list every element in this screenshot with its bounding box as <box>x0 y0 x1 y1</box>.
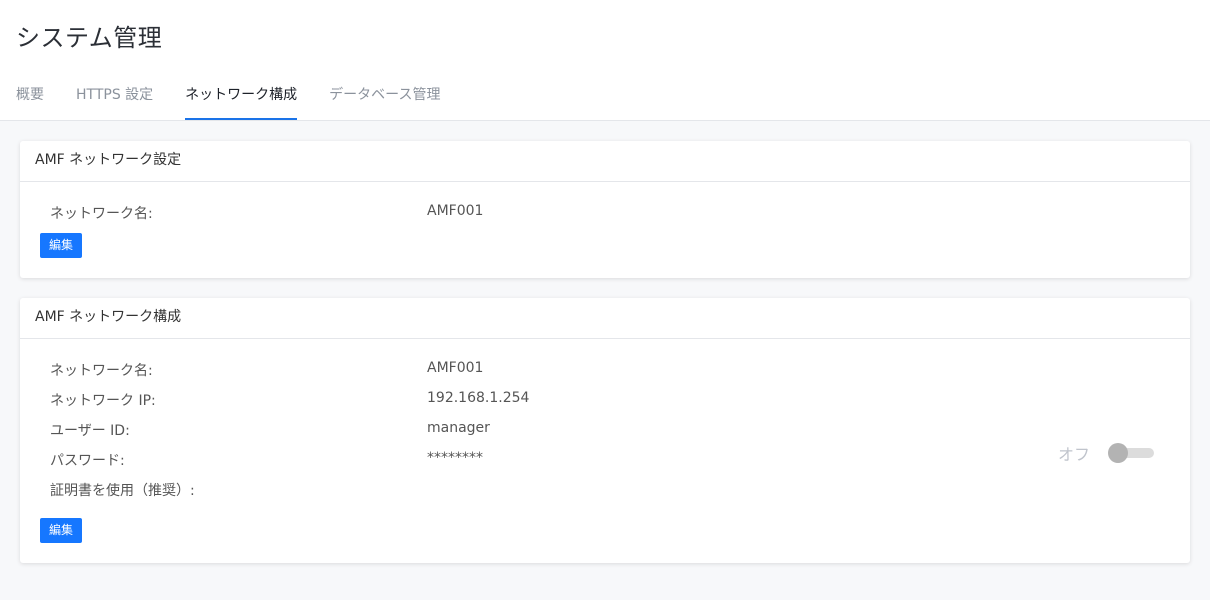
certificate-toggle[interactable] <box>1108 443 1154 463</box>
network-settings-card: AMF ネットワーク設定 ネットワーク名: AMF001 編集 <box>20 141 1190 278</box>
field-network-name: ネットワーク名: AMF001 <box>50 360 1170 380</box>
tab-overview[interactable]: 概要 <box>16 86 44 120</box>
field-value: AMF001 <box>427 203 484 219</box>
field-value: AMF001 <box>427 360 484 376</box>
field-value: 192.168.1.254 <box>427 390 530 406</box>
field-network-ip: ネットワーク IP: 192.168.1.254 <box>50 390 1170 410</box>
field-use-certificate: 証明書を使用（推奨）: <box>50 480 1170 500</box>
page-title: システム管理 <box>16 24 163 52</box>
field-user-id: ユーザー ID: manager <box>50 420 1170 440</box>
card-title: AMF ネットワーク構成 <box>20 298 1190 339</box>
tab-network-config[interactable]: ネットワーク構成 <box>185 86 298 120</box>
tab-database-management[interactable]: データベース管理 <box>329 86 440 120</box>
card-title: AMF ネットワーク設定 <box>20 141 1190 182</box>
edit-button[interactable]: 編集 <box>40 233 82 258</box>
field-label: ネットワーク IP: <box>50 393 156 409</box>
field-value: manager <box>427 420 490 436</box>
field-value: ******** <box>427 450 483 466</box>
page-header: システム管理 概要 HTTPS 設定 ネットワーク構成 データベース管理 <box>0 0 1210 121</box>
edit-button[interactable]: 編集 <box>40 518 82 543</box>
field-password: パスワード: ******** <box>50 450 1170 470</box>
field-label: ネットワーク名: <box>50 363 153 379</box>
field-label: ネットワーク名: <box>50 206 153 222</box>
certificate-toggle-group: オフ <box>1058 441 1154 465</box>
field-label: 証明書を使用（推奨）: <box>50 483 195 499</box>
tab-https-settings[interactable]: HTTPS 設定 <box>76 86 153 120</box>
field-network-name: ネットワーク名: AMF001 <box>50 203 1170 223</box>
field-label: ユーザー ID: <box>50 423 130 439</box>
tab-bar: 概要 HTTPS 設定 ネットワーク構成 データベース管理 <box>16 86 472 120</box>
field-label: パスワード: <box>50 453 125 469</box>
toggle-thumb <box>1108 443 1128 463</box>
network-config-card: AMF ネットワーク構成 ネットワーク名: AMF001 ネットワーク IP: … <box>20 298 1190 563</box>
toggle-state-label: オフ <box>1057 445 1090 464</box>
